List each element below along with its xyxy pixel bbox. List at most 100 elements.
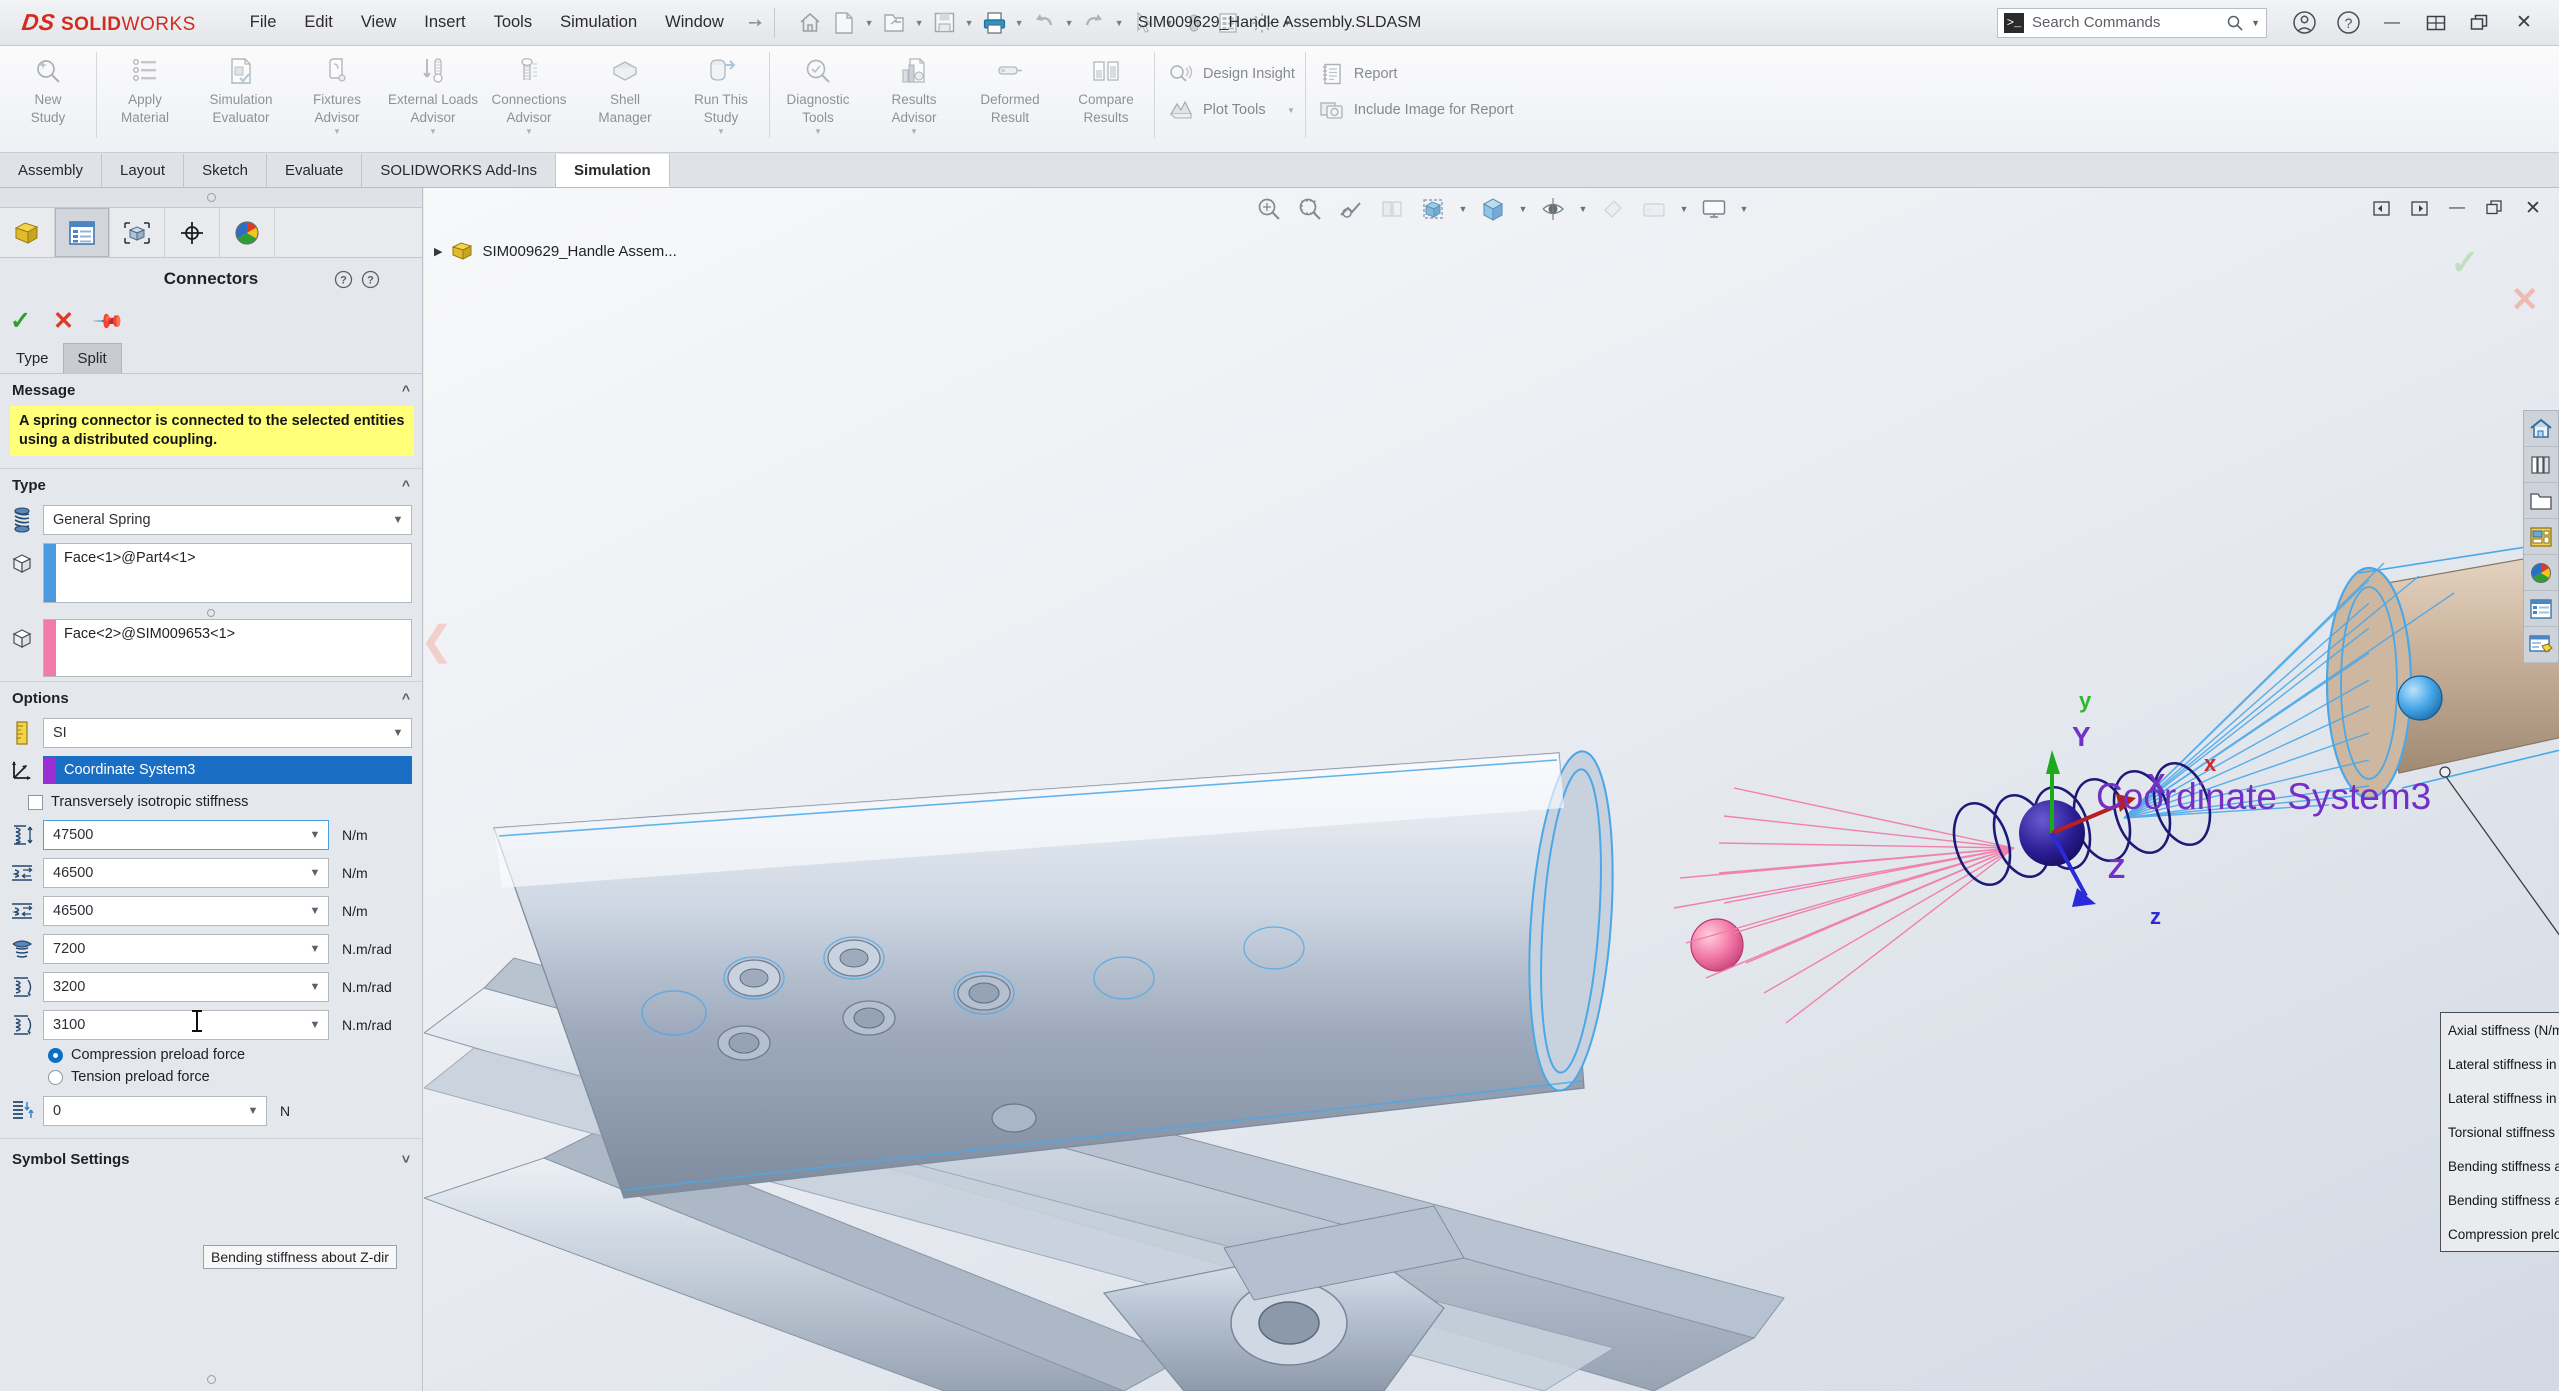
print-caret-icon[interactable]: ▼ [1011, 5, 1027, 41]
menu-edit[interactable]: Edit [290, 9, 346, 36]
display-manager-tab[interactable] [220, 208, 275, 257]
zoom-to-area-icon[interactable] [1291, 190, 1329, 228]
panel-bottom-splitter[interactable] [0, 1375, 422, 1384]
coordinate-system-select[interactable]: Coordinate System3 [43, 756, 412, 784]
home-icon[interactable] [793, 5, 827, 41]
view-settings-caret-icon[interactable]: ▼ [1736, 190, 1752, 228]
ribbon-new-study[interactable]: New Study [0, 46, 96, 125]
open-document-caret-icon[interactable]: ▼ [911, 5, 927, 41]
type-section-header[interactable]: Type ^ [0, 469, 422, 501]
transversely-isotropic-checkbox[interactable] [28, 794, 43, 810]
lateral-stiffness-y-input[interactable]: 46500 ▼ [43, 858, 329, 888]
close-view-icon[interactable]: ✕ [2515, 191, 2551, 225]
select-cursor-icon[interactable] [1127, 5, 1161, 41]
units-select[interactable]: SI ▼ [43, 718, 412, 748]
display-style-icon[interactable] [1474, 190, 1512, 228]
ribbon-fixtures-advisor[interactable]: Fixtures Advisor ▼ [289, 46, 385, 136]
ribbon-diagnostic-tools[interactable]: Diagnostic Tools ▼ [770, 46, 866, 136]
menu-insert[interactable]: Insert [410, 9, 479, 36]
chevron-down-icon[interactable]: ▼ [302, 1019, 328, 1031]
graphics-viewport[interactable]: y Y x X z Z y x z Coordinate System3 ▼ ▼ [424, 188, 2559, 1391]
dimxpert-manager-tab[interactable] [165, 208, 220, 257]
chevron-down-icon[interactable]: ▼ [302, 905, 328, 917]
undo-icon[interactable] [1027, 5, 1061, 41]
ribbon-simulation-evaluator[interactable]: Simulation Evaluator [193, 46, 289, 125]
tab-evaluate[interactable]: Evaluate [266, 154, 363, 187]
connections-advisor-caret-icon[interactable]: ▼ [525, 127, 533, 136]
ribbon-shell-manager[interactable]: Shell Manager [577, 46, 673, 125]
apply-scene-caret-icon[interactable]: ▼ [1676, 190, 1692, 228]
custom-properties-icon[interactable] [2524, 591, 2558, 627]
external-loads-advisor-caret-icon[interactable]: ▼ [429, 127, 437, 136]
new-document-caret-icon[interactable]: ▼ [861, 5, 877, 41]
hide-show-items-caret-icon[interactable]: ▼ [1575, 190, 1591, 228]
chevron-down-icon[interactable]: ▼ [385, 514, 411, 526]
property-manager-tab[interactable] [55, 208, 110, 257]
menu-view[interactable]: View [347, 9, 410, 36]
tab-assembly[interactable]: Assembly [0, 154, 103, 187]
ribbon-report[interactable]: Report [1306, 56, 1524, 92]
solidworks-forum-icon[interactable] [2524, 627, 2558, 663]
coordinate-system-viewport-label[interactable]: Coordinate System3 [2096, 776, 2431, 818]
close-button[interactable]: ✕ [2503, 3, 2545, 43]
menu-window[interactable]: Window [651, 9, 738, 36]
ribbon-results-advisor[interactable]: Results Advisor ▼ [866, 46, 962, 136]
ribbon-apply-material[interactable]: Apply Material [97, 46, 193, 125]
selection-1-listbox[interactable]: Face<1>@Part4<1> [43, 543, 412, 603]
torsional-stiffness-input[interactable]: 7200 ▼ [43, 934, 329, 964]
undo-caret-icon[interactable]: ▼ [1061, 5, 1077, 41]
restore-down-left-icon[interactable] [2363, 191, 2399, 225]
menu-tools[interactable]: Tools [480, 9, 547, 36]
axial-stiffness-input[interactable]: 47500 ▼ [43, 820, 329, 850]
restore-window-icon[interactable] [2459, 3, 2501, 43]
selection-splitter[interactable] [0, 609, 422, 617]
file-explorer-icon[interactable] [2524, 483, 2558, 519]
ribbon-run-this-study[interactable]: Run This Study ▼ [673, 46, 769, 136]
chevron-down-icon[interactable]: ▼ [302, 867, 328, 879]
chevron-down-icon[interactable]: ▼ [240, 1105, 266, 1117]
spring-properties-callout[interactable]: Axial stiffness (N/m): Lateral stiffness… [2440, 1012, 2559, 1252]
viewport-feature-tree-root[interactable]: ▶ SIM009629_Handle Assem... [434, 240, 677, 262]
tab-solidworks-addins[interactable]: SOLIDWORKS Add-Ins [362, 154, 557, 187]
search-input[interactable]: >_ Search Commands ▼ [1997, 7, 2267, 38]
menu-file[interactable]: File [236, 9, 291, 36]
fixtures-advisor-caret-icon[interactable]: ▼ [333, 127, 341, 136]
save-icon[interactable] [927, 5, 961, 41]
view-orientation-icon[interactable] [1414, 190, 1452, 228]
diagnostic-tools-caret-icon[interactable]: ▼ [814, 127, 822, 136]
redo-icon[interactable] [1077, 5, 1111, 41]
account-circle-icon[interactable] [2283, 3, 2325, 43]
print-icon[interactable] [977, 5, 1011, 41]
selection-2-listbox[interactable]: Face<2>@SIM009653<1> [43, 619, 412, 677]
transversely-isotropic-row[interactable]: Transversely isotropic stiffness [0, 788, 422, 816]
confirm-ok-button[interactable]: ✓ [10, 306, 31, 336]
tab-simulation[interactable]: Simulation [556, 154, 670, 187]
redo-caret-icon[interactable]: ▼ [1111, 5, 1127, 41]
connector-type-select[interactable]: General Spring ▼ [43, 505, 412, 535]
pin-icon[interactable]: ➚ [743, 10, 768, 34]
ribbon-plot-tools[interactable]: Plot Tools ▼ [1155, 92, 1305, 128]
hide-show-items-icon[interactable] [1534, 190, 1572, 228]
chevron-down-icon[interactable]: ▼ [385, 727, 411, 739]
panel-splitter-handle[interactable] [0, 188, 422, 208]
tension-preload-radio[interactable] [48, 1069, 63, 1085]
rebuild-icon[interactable] [1177, 5, 1211, 41]
message-section-header[interactable]: Message ^ [0, 374, 422, 406]
display-style-caret-icon[interactable]: ▼ [1515, 190, 1531, 228]
chevron-down-icon[interactable]: ▼ [302, 829, 328, 841]
apply-scene-icon[interactable] [1635, 190, 1673, 228]
view-orientation-caret-icon[interactable]: ▼ [1455, 190, 1471, 228]
open-document-icon[interactable] [877, 5, 911, 41]
home-task-pane-icon[interactable] [2524, 411, 2558, 447]
edit-appearance-icon[interactable] [1594, 190, 1632, 228]
ribbon-external-loads-advisor[interactable]: External Loads Advisor ▼ [385, 46, 481, 136]
section-view-icon[interactable] [1373, 190, 1411, 228]
save-caret-icon[interactable]: ▼ [961, 5, 977, 41]
ghost-confirm-check-icon[interactable]: ✓ [2451, 243, 2480, 283]
results-advisor-caret-icon[interactable]: ▼ [910, 127, 918, 136]
ribbon-deformed-result[interactable]: Deformed Result [962, 46, 1058, 125]
gear-settings-caret-icon[interactable]: ▼ [1279, 5, 1295, 41]
restore-view-icon[interactable] [2477, 191, 2513, 225]
compression-preload-radio[interactable] [48, 1047, 63, 1063]
ribbon-include-image-for-report[interactable]: Include Image for Report [1306, 92, 1524, 128]
